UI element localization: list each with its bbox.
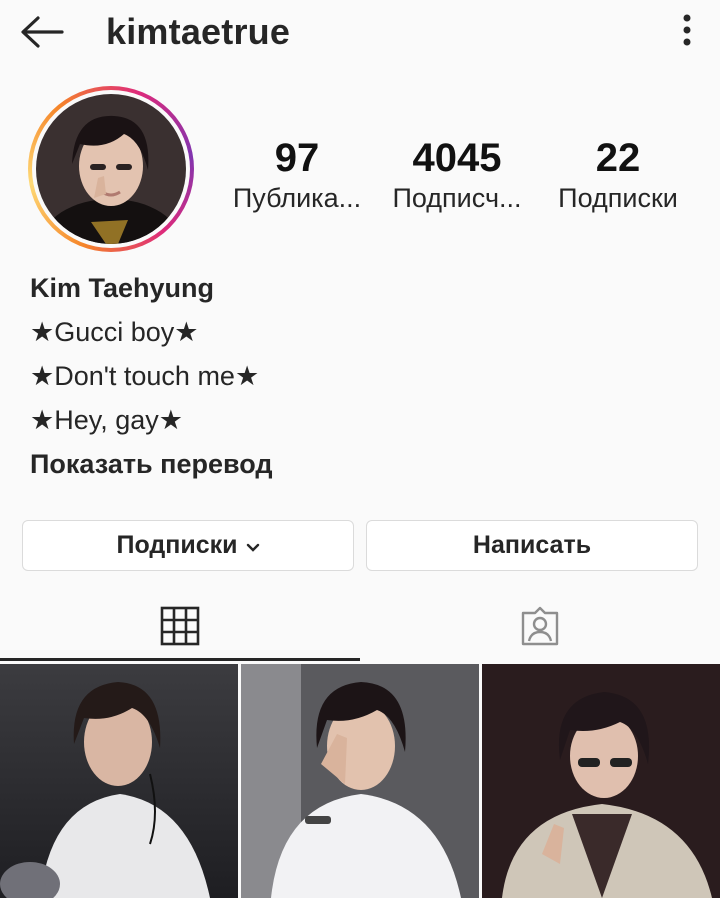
following-count: 22 bbox=[595, 136, 641, 180]
followers-label: Подписч... bbox=[392, 183, 522, 213]
post-thumbnail[interactable] bbox=[241, 664, 479, 898]
bio-line: ★Gucci boy★ bbox=[30, 317, 199, 347]
following-button[interactable]: Подписки bbox=[22, 520, 354, 571]
story-ring[interactable] bbox=[28, 86, 194, 252]
posts-label: Публика... bbox=[232, 183, 362, 213]
profile-tabs bbox=[0, 590, 720, 662]
bio-line: ★Don't touch me★ bbox=[30, 361, 260, 391]
tab-tagged[interactable] bbox=[360, 590, 720, 662]
posts-count: 97 bbox=[274, 136, 320, 180]
posts-grid bbox=[0, 664, 720, 898]
top-bar: kimtaetrue bbox=[0, 0, 720, 64]
following-button-label: Подписки bbox=[116, 531, 238, 559]
chevron-down-icon bbox=[246, 531, 260, 560]
tab-posts-grid[interactable] bbox=[0, 590, 360, 662]
followers-count: 4045 bbox=[412, 136, 502, 180]
post-thumbnail[interactable] bbox=[482, 664, 720, 898]
message-button[interactable]: Написать bbox=[366, 520, 698, 571]
profile-full-name: Kim Taehyung bbox=[30, 273, 215, 303]
profile-username: kimtaetrue bbox=[106, 11, 291, 52]
tagged-person-icon bbox=[521, 606, 559, 646]
show-translation-link[interactable]: Показать перевод bbox=[30, 442, 690, 486]
active-tab-indicator bbox=[0, 658, 360, 661]
grid-icon bbox=[160, 606, 200, 646]
arrow-left-icon bbox=[21, 16, 64, 48]
message-button-label: Написать bbox=[472, 531, 592, 559]
following-label: Подписки bbox=[558, 183, 678, 213]
stat-following[interactable]: 22 Подписки bbox=[544, 134, 692, 214]
stat-posts[interactable]: 97 Публика... bbox=[222, 134, 372, 214]
bio-line: ★Hey, gay★ bbox=[30, 405, 183, 435]
back-button[interactable] bbox=[18, 10, 66, 54]
profile-avatar bbox=[36, 94, 186, 244]
profile-bio: Kim Taehyung ★Gucci boy★ ★Don't touch me… bbox=[30, 266, 690, 486]
stat-followers[interactable]: 4045 Подписч... bbox=[382, 134, 532, 214]
more-options-button[interactable] bbox=[672, 10, 702, 50]
vertical-dots-icon bbox=[683, 14, 691, 46]
post-thumbnail[interactable] bbox=[0, 664, 238, 898]
